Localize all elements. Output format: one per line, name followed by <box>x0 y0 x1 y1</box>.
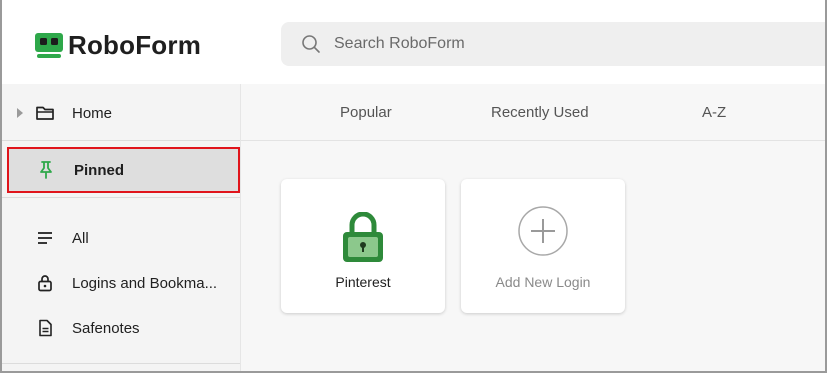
header: RoboForm <box>2 0 825 84</box>
sidebar: Home Pinned All Logins and Bookma... Saf… <box>2 84 241 371</box>
tab-recently-used[interactable]: Recently Used <box>491 104 589 121</box>
sidebar-item-label: All <box>72 229 89 247</box>
sidebar-item-label: Pinned <box>74 161 125 179</box>
login-card-pinterest[interactable]: Pinterest <box>281 179 445 313</box>
lock-icon <box>38 275 52 292</box>
sidebar-item-all[interactable]: All <box>2 216 240 260</box>
card-label: Add New Login <box>495 274 591 290</box>
card-label: Pinterest <box>335 274 391 290</box>
sidebar-item-label: Safenotes <box>72 319 140 337</box>
logo[interactable]: RoboForm <box>34 30 201 61</box>
logo-text: RoboForm <box>68 30 202 60</box>
folder-icon <box>36 106 54 120</box>
sidebar-item-label: Logins and Bookma... <box>72 274 218 292</box>
tab-popular[interactable]: Popular <box>340 104 392 121</box>
divider <box>2 363 240 364</box>
expand-caret-icon[interactable] <box>16 108 24 118</box>
green-lock-icon <box>343 212 383 262</box>
sidebar-item-label: Home <box>72 104 113 122</box>
add-circle-icon <box>518 206 568 256</box>
divider <box>2 140 240 141</box>
note-icon <box>39 319 52 337</box>
search-bar[interactable] <box>281 22 825 66</box>
sidebar-item-logins[interactable]: Logins and Bookma... <box>2 261 240 305</box>
app-window: RoboForm Home Pinned <box>0 0 827 373</box>
sidebar-item-safenotes[interactable]: Safenotes <box>2 306 240 350</box>
add-new-login-card[interactable]: Add New Login <box>461 179 625 313</box>
list-icon <box>38 232 52 244</box>
main-content: Popular Recently Used A-Z Pinterest Add … <box>241 84 825 371</box>
search-input[interactable] <box>332 34 736 54</box>
divider <box>2 197 240 198</box>
sidebar-item-pinned[interactable]: Pinned <box>7 147 240 193</box>
search-icon <box>302 35 320 53</box>
sidebar-item-home[interactable]: Home <box>2 91 240 135</box>
roboform-logo-icon <box>35 32 63 58</box>
pin-icon <box>40 161 52 179</box>
tab-bar: Popular Recently Used A-Z <box>241 84 825 141</box>
tab-a-z[interactable]: A-Z <box>702 104 726 121</box>
